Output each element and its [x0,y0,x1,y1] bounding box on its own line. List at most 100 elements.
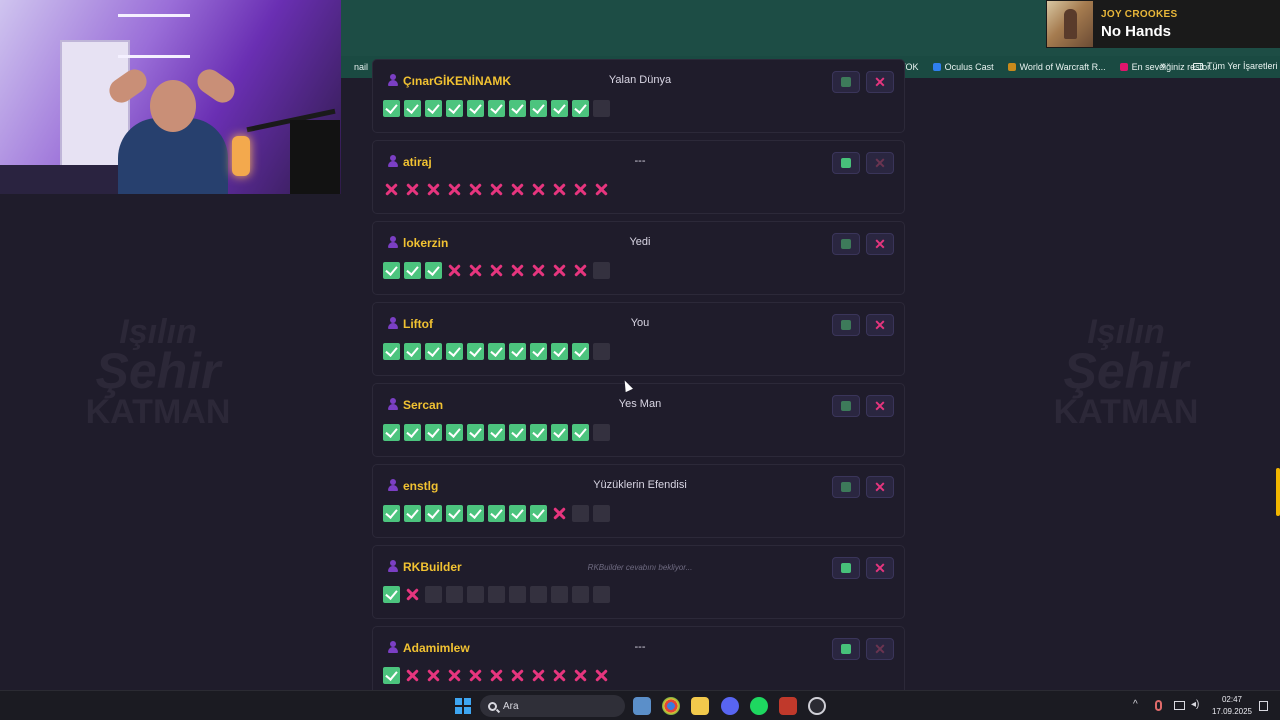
wrong-mark-icon [593,667,610,684]
bookmark-label: nail [354,62,369,72]
wrong-mark-icon [467,262,484,279]
accept-button[interactable] [832,395,860,417]
empty-score-cell [530,586,547,603]
volume-icon[interactable]: ◂) [1191,699,1199,710]
username: Sercan [403,398,444,412]
wrong-mark-icon [572,667,589,684]
correct-mark-icon [551,100,568,117]
score-row [383,424,610,441]
clock-time: 02:47 [1221,695,1243,704]
spotify-icon[interactable] [750,697,768,715]
all-bookmarks-label: Tüm Yer İşaretleri [1207,61,1278,71]
username: Liftof [403,317,433,331]
correct-mark-icon [530,100,547,117]
clock-date: 17.09.2025 [1211,707,1253,716]
wrong-mark-icon [425,181,442,198]
accept-button[interactable] [832,233,860,255]
correct-mark-icon [383,262,400,279]
wrong-mark-icon [551,667,568,684]
correct-mark-icon [425,343,442,360]
reject-button[interactable]: ✕ [866,152,894,174]
correct-mark-icon [383,100,400,117]
correct-mark-icon [572,424,589,441]
network-icon[interactable] [1174,701,1185,710]
notification-icon[interactable] [1259,701,1268,711]
all-bookmarks-button[interactable]: Tüm Yer İşaretleri [1193,61,1278,71]
reject-button[interactable]: ✕ [866,638,894,660]
correct-mark-icon [425,424,442,441]
empty-score-cell [509,586,526,603]
accept-button[interactable] [832,557,860,579]
scroll-indicator[interactable] [1276,468,1280,516]
reject-button[interactable]: ✕ [866,314,894,336]
user-icon [388,398,398,410]
answer-card: Liftof You ✕ [372,302,905,376]
correct-mark-icon [446,505,463,522]
answer-text: --- [634,155,646,167]
empty-score-cell [593,343,610,360]
taskbar-search[interactable]: Ara [480,695,625,717]
wrong-mark-icon [467,181,484,198]
username: ÇınarGİKENİNAMK [403,74,512,88]
obs-icon[interactable] [808,697,826,715]
wrong-mark-icon [530,667,547,684]
empty-score-cell [488,586,505,603]
wrong-mark-icon [446,262,463,279]
correct-mark-icon [488,505,505,522]
wrong-mark-icon [383,181,400,198]
wrong-mark-icon [488,181,505,198]
wrong-mark-icon [530,181,547,198]
tray-expand-icon[interactable]: ^ [1133,699,1138,710]
empty-score-cell [446,586,463,603]
bookmark-item[interactable]: Oculus Cast [932,62,994,72]
accept-button[interactable] [832,476,860,498]
reject-button[interactable]: ✕ [866,233,894,255]
bookmarks-overflow-button[interactable]: » [1160,60,1166,72]
bookmark-item[interactable]: World of Warcraft R... [1007,62,1106,72]
microphone-icon[interactable] [1155,700,1162,711]
windows-start-icon[interactable] [455,698,471,714]
wrong-mark-icon [509,262,526,279]
reject-button[interactable]: ✕ [866,476,894,498]
correct-mark-icon [467,343,484,360]
wrong-mark-icon [488,262,505,279]
answer-card: lokerzin Yedi ✕ [372,221,905,295]
accept-button[interactable] [832,314,860,336]
taskbar-clock[interactable]: 02:47 17.09.2025 [1208,694,1256,718]
accept-button[interactable] [832,638,860,660]
correct-mark-icon [572,343,589,360]
reject-button[interactable]: ✕ [866,71,894,93]
empty-score-cell [572,505,589,522]
answer-card: ÇınarGİKENİNAMK Yalan Dünya ✕ [372,59,905,133]
discord-icon[interactable] [721,697,739,715]
now-playing-widget: JOY CROOKES No Hands [1046,0,1280,48]
reject-button[interactable]: ✕ [866,395,894,417]
chrome-icon[interactable] [662,697,680,715]
bookmark-item[interactable]: nail [342,62,368,72]
album-art [1047,1,1093,47]
reject-button[interactable]: ✕ [866,557,894,579]
user-icon [388,479,398,491]
correct-mark-icon [551,343,568,360]
wrong-mark-icon [551,505,568,522]
answer-card: atiraj --- ✕ [372,140,905,214]
correct-mark-icon [509,100,526,117]
video-app-icon[interactable] [779,697,797,715]
answer-text: Yedi [629,236,651,248]
wrong-mark-icon [446,667,463,684]
correct-mark-icon [425,505,442,522]
taskbar-search-placeholder: Ara [503,700,519,712]
file-explorer-icon[interactable] [691,697,709,715]
user-icon [388,155,398,167]
correct-mark-icon [425,262,442,279]
user-icon [388,236,398,248]
answer-text: RKBuilder cevabını bekliyor... [587,563,693,572]
answers-list: ÇınarGİKENİNAMK Yalan Dünya ✕ atiraj --- ✕ lok… [372,0,906,690]
widgets-icon[interactable] [633,697,651,715]
correct-mark-icon [467,424,484,441]
accept-button[interactable] [832,152,860,174]
empty-score-cell [425,586,442,603]
correct-mark-icon [551,424,568,441]
accept-button[interactable] [832,71,860,93]
empty-score-cell [593,424,610,441]
